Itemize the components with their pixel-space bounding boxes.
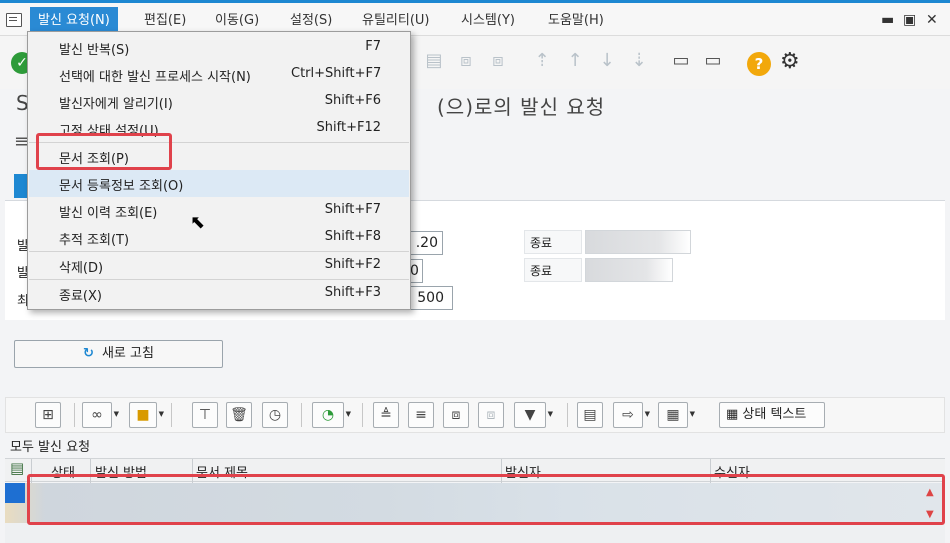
menu-item-trace[interactable]: 추적 조회(T) Shift+F8 (29, 224, 409, 251)
sort-ascending-icon[interactable]: ≜ (373, 402, 399, 428)
find-binoculars-icon[interactable]: ⧈ (443, 402, 469, 428)
menu-item-start-send-process[interactable]: 선택에 대한 발신 프로세스 시작(N) Ctrl+Shift+F7 (29, 61, 409, 88)
menu-system[interactable]: 시스템(Y) (453, 7, 523, 34)
menu-send-request[interactable]: 발신 요청(N) (30, 7, 118, 34)
page-title: (으)로의 발신 요청 (437, 95, 606, 119)
status-text-label: 상태 텍스트 (742, 407, 807, 422)
mouse-cursor-icon: ⬉ (190, 212, 206, 233)
filter-icon[interactable]: ▼ ▼ (514, 402, 553, 428)
print-list-icon[interactable]: ▤ (577, 402, 603, 428)
first-page-icon[interactable]: ⇡ (531, 50, 553, 74)
find-next-binoculars-icon[interactable]: ⧈ (478, 402, 504, 428)
help-icon[interactable]: ? (747, 52, 771, 76)
end-field-1[interactable] (585, 230, 691, 254)
sort-descending-icon[interactable]: ≡ (408, 402, 434, 428)
menu-item-delete[interactable]: 삭제(D) Shift+F2 (29, 252, 409, 279)
menu-icon[interactable] (6, 13, 22, 27)
layout-icon[interactable]: ■ ▼ (129, 402, 164, 428)
row-highlight-box (27, 474, 945, 525)
export-icon[interactable]: ⇨ ▼ (613, 402, 650, 428)
row-selector[interactable] (5, 483, 25, 503)
status-text-button[interactable]: ▦ 상태 텍스트 (719, 402, 825, 428)
prev-page-icon[interactable]: ↑ (564, 50, 586, 74)
clock-check-icon[interactable]: ◔ ▼ (312, 402, 351, 428)
history-icon[interactable]: ◷ (262, 402, 288, 428)
refresh-icon: ↻ (83, 346, 94, 361)
details-icon[interactable]: ⊞ (35, 402, 61, 428)
end-field-2[interactable] (585, 258, 673, 282)
grid-toolbar: ⊞ ∞ ▼ ■ ▼ ⊤ 🗑 ◷ ◔ ▼ ≜ ≡ ⧈ ⧈ ▼ ▼ ▤ ⇨ ▼ ▦ ▼ ▦ 상태… (5, 397, 945, 433)
menu-help[interactable]: 도움말(H) (540, 7, 612, 34)
menu-edit[interactable]: 편집(E) (136, 7, 194, 34)
display-icon[interactable]: ⊤ (192, 402, 218, 428)
menu-item-notify-sender[interactable]: 발신자에게 알리기(I) Shift+F6 (29, 88, 409, 115)
field-value-3[interactable]: 500 (405, 286, 453, 310)
status-text-icon: ▦ (726, 407, 743, 422)
end-label-2: 종료 (524, 258, 582, 282)
menu-goto[interactable]: 이동(G) (207, 7, 267, 34)
end-label-1: 종료 (524, 230, 582, 254)
send-request-menu: 발신 반복(S) F7 선택에 대한 발신 프로세스 시작(N) Ctrl+Sh… (27, 31, 411, 310)
delete-icon[interactable]: 🗑 (226, 402, 252, 428)
next-page-icon[interactable]: ↓ (596, 50, 618, 74)
menu-item-document-properties[interactable]: 문서 등록정보 조회(O) (29, 170, 409, 197)
change-layout-icon[interactable]: ▦ ▼ (658, 402, 695, 428)
find-icon[interactable]: ⧈ (455, 50, 477, 74)
print-icon[interactable]: ▤ (423, 50, 445, 74)
menu-item-send-history[interactable]: 발신 이력 조회(E) Shift+F7 (29, 197, 409, 224)
table-row[interactable] (5, 523, 945, 543)
new-session-icon[interactable]: ▭ (670, 50, 692, 74)
view-icon[interactable]: ∞ ▼ (82, 402, 119, 428)
menu-highlight-box (36, 133, 172, 170)
menu-item-repeat-send[interactable]: 발신 반복(S) F7 (29, 34, 409, 61)
select-all-icon[interactable]: ▤ (10, 459, 26, 481)
close-icon[interactable]: ✕ (926, 12, 938, 28)
maximize-icon[interactable]: ▣ (903, 12, 916, 28)
find-next-icon[interactable]: ⧈ (487, 50, 509, 74)
shortcut-icon[interactable]: ▭ (702, 50, 724, 74)
grid-title: 모두 발신 요청 (10, 440, 91, 455)
menu-settings[interactable]: 설정(S) (282, 7, 340, 34)
gear-icon[interactable]: ⚙ (780, 49, 800, 74)
refresh-label: 새로 고침 (101, 346, 154, 361)
last-page-icon[interactable]: ⇣ (628, 50, 650, 74)
application-toolbar-icon[interactable]: ≡ (14, 131, 29, 152)
menu-utilities[interactable]: 유틸리티(U) (354, 7, 438, 34)
menu-item-exit[interactable]: 종료(X) Shift+F3 (29, 280, 409, 307)
minimize-icon[interactable]: ▬ (881, 12, 894, 28)
refresh-button[interactable]: ↻ 새로 고침 (14, 340, 223, 368)
